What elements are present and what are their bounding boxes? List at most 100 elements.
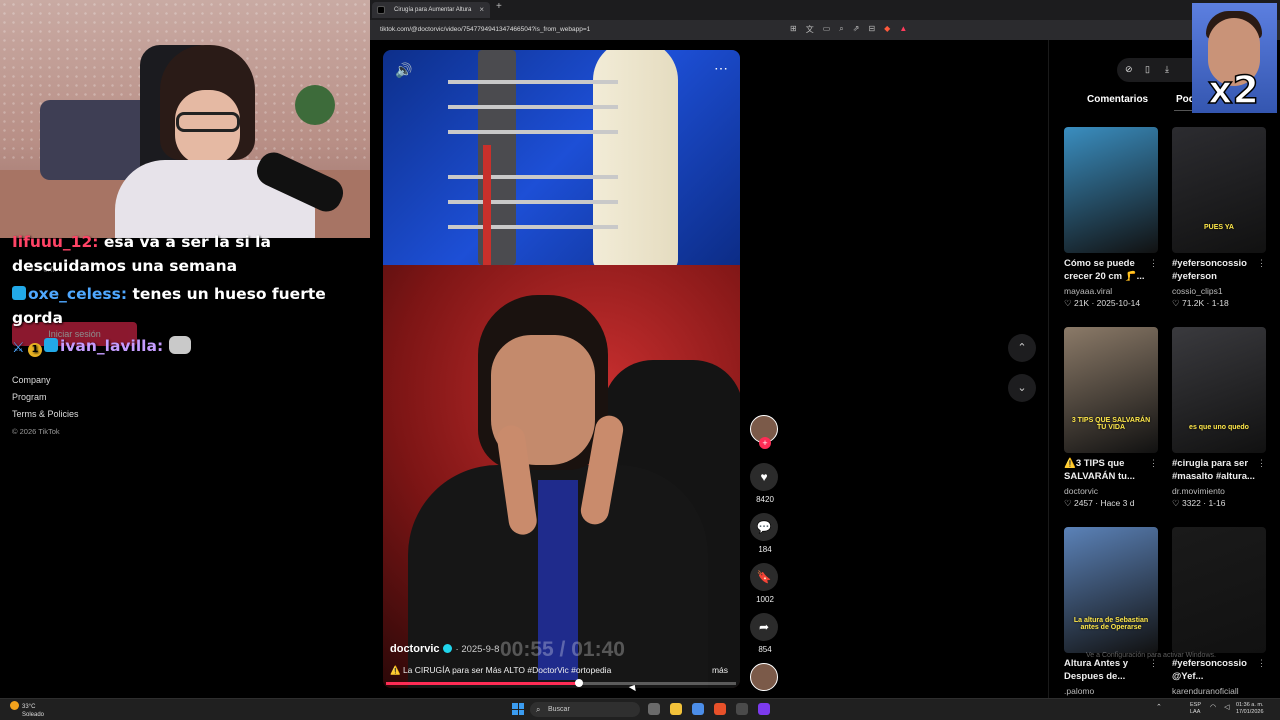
wifi-icon[interactable]: ◠ bbox=[1210, 703, 1216, 711]
browser-tab-bar: Cirugía para Aumentar Altura × + bbox=[370, 0, 1280, 20]
weather-desc: Soleado bbox=[22, 712, 45, 718]
store-icon[interactable] bbox=[692, 703, 704, 715]
card-menu-icon[interactable]: ⋮ bbox=[1257, 658, 1266, 669]
video-thumbnail[interactable]: 3 TIPS QUE SALVARÁN TU VIDA bbox=[1064, 327, 1158, 453]
download-icon[interactable]: ⤓ bbox=[1165, 64, 1169, 75]
share-icon[interactable]: ⇗ bbox=[853, 24, 860, 35]
card-title[interactable]: Altura Antes y Despues de... bbox=[1064, 657, 1154, 685]
action-rail: + ♥ 8420 💬 184 🔖 1002 ➦ 854 bbox=[750, 415, 780, 691]
tray-chevron-icon[interactable]: ⌃ bbox=[1156, 703, 1162, 711]
related-video-card[interactable]: PUES YA #yefersoncossio #yeferson cossio… bbox=[1172, 127, 1268, 309]
card-title[interactable]: #yefersoncossio @Yef... bbox=[1172, 657, 1262, 685]
sound-icon[interactable]: 🔊 bbox=[395, 62, 412, 79]
related-video-card[interactable]: 3 TIPS QUE SALVARÁN TU VIDA ⚠️3 TIPS que… bbox=[1064, 327, 1160, 509]
card-author[interactable]: .palomo bbox=[1064, 686, 1160, 696]
fixator-pin bbox=[448, 130, 618, 134]
weather-temp: 33°C bbox=[22, 704, 36, 710]
card-author[interactable]: doctorvic bbox=[1064, 486, 1160, 496]
footer-link-program[interactable]: Program bbox=[12, 389, 79, 406]
footer-link-company[interactable]: Company bbox=[12, 372, 79, 389]
bookmark-icon[interactable]: ⊞ bbox=[790, 24, 797, 35]
related-video-card[interactable]: Cómo se puede crecer 20 cm 🦵... mayaaa.v… bbox=[1064, 127, 1160, 309]
task-view-icon[interactable] bbox=[648, 703, 660, 715]
chevron-down-icon[interactable]: ⌄ bbox=[1008, 374, 1036, 402]
video-author[interactable]: doctorvic · 2025-9-8 bbox=[390, 643, 499, 655]
language-indicator[interactable]: ESP LAA bbox=[1190, 702, 1201, 716]
video-thumbnail[interactable] bbox=[1172, 527, 1266, 653]
more-options-icon[interactable]: ⋯ bbox=[714, 60, 728, 77]
cast-icon[interactable]: ▭ bbox=[823, 24, 831, 35]
like-heart-icon[interactable]: ♥ bbox=[750, 463, 778, 491]
save-count: 1002 bbox=[756, 595, 774, 604]
pinned-apps bbox=[648, 703, 770, 715]
clock-date: 17/01/2026 bbox=[1236, 709, 1264, 715]
chevron-up-icon[interactable]: ⌃ bbox=[1008, 334, 1036, 362]
creator-avatar[interactable]: + bbox=[750, 415, 778, 449]
video-thumbnail[interactable]: PUES YA bbox=[1172, 127, 1266, 253]
video-player[interactable]: 🔊 ⋯ 00:55 / 01:40 doctorvic · 2025-9-8 ⚠️… bbox=[383, 50, 740, 688]
related-video-card[interactable]: es que uno quedo #cirugia para ser #masa… bbox=[1172, 327, 1268, 509]
reader-icon[interactable]: ⊟ bbox=[868, 24, 875, 35]
card-author[interactable]: dr.movimiento bbox=[1172, 486, 1268, 496]
weather-widget[interactable]: 33°C Soleado bbox=[10, 701, 44, 719]
twitch-icon[interactable] bbox=[758, 703, 770, 715]
fixator-pin bbox=[448, 200, 618, 204]
clock-time: 01:36 a. m. bbox=[1236, 702, 1264, 708]
share-arrow-icon[interactable]: ➦ bbox=[750, 613, 778, 641]
tab-comments[interactable]: Comentarios bbox=[1087, 94, 1148, 105]
verified-icon bbox=[442, 644, 452, 653]
chat-username: oxe_celess bbox=[28, 285, 121, 304]
thumbnail-text: es que uno quedo bbox=[1189, 424, 1249, 431]
thumbnail-text: 3 TIPS QUE SALVARÁN TU VIDA bbox=[1071, 417, 1151, 431]
video-progress-bar[interactable] bbox=[386, 679, 736, 687]
progress-fill bbox=[386, 682, 579, 685]
app-icon[interactable] bbox=[736, 703, 748, 715]
new-tab-button[interactable]: + bbox=[496, 1, 502, 12]
tab-close-icon[interactable]: × bbox=[479, 2, 484, 18]
file-explorer-icon[interactable] bbox=[670, 703, 682, 715]
phone-icon[interactable]: ▯ bbox=[1145, 64, 1150, 75]
author-name[interactable]: doctorvic bbox=[390, 643, 440, 655]
card-title[interactable]: #cirugia para ser #masalto #altura... bbox=[1172, 457, 1262, 485]
description-more-link[interactable]: más bbox=[712, 665, 728, 675]
clock[interactable]: 01:36 a. m. 17/01/2026 bbox=[1236, 702, 1264, 716]
follow-plus-icon[interactable]: + bbox=[759, 437, 771, 449]
chat-separator: : bbox=[120, 285, 133, 304]
card-menu-icon[interactable]: ⋮ bbox=[1257, 458, 1266, 469]
related-video-card[interactable]: #yefersoncossio @Yef... karenduranoficia… bbox=[1172, 527, 1268, 696]
sound-avatar[interactable] bbox=[750, 663, 778, 691]
card-menu-icon[interactable]: ⋮ bbox=[1149, 458, 1158, 469]
translate-icon[interactable]: 文 bbox=[806, 24, 814, 35]
video-thumbnail[interactable] bbox=[1064, 127, 1158, 253]
bookmark-icon[interactable]: 🔖 bbox=[750, 563, 778, 591]
coin-badge-icon: 1 bbox=[28, 343, 42, 358]
card-author[interactable]: cossio_clips1 bbox=[1172, 286, 1268, 296]
secondary-webcam: x2 bbox=[1192, 3, 1277, 113]
stream-chat: Iifuuu_12: esa va a ser la si la descuid… bbox=[12, 230, 362, 362]
progress-knob[interactable] bbox=[574, 679, 583, 687]
brave-shield-icon[interactable]: ◆ bbox=[884, 24, 890, 35]
comment-icon[interactable]: 💬 bbox=[750, 513, 778, 541]
video-thumbnail[interactable]: La altura de Sebastian antes de Operarse bbox=[1064, 527, 1158, 653]
footer-link-terms[interactable]: Terms & Policies bbox=[12, 406, 79, 423]
card-menu-icon[interactable]: ⋮ bbox=[1149, 258, 1158, 269]
zoom-icon[interactable]: ⌕ bbox=[839, 24, 843, 35]
card-menu-icon[interactable]: ⋮ bbox=[1257, 258, 1266, 269]
taskbar-search[interactable]: ⌕ Buscar bbox=[530, 702, 640, 717]
video-thumbnail[interactable]: es que uno quedo bbox=[1172, 327, 1266, 453]
volume-icon[interactable]: ◁ bbox=[1224, 703, 1229, 711]
compass-icon[interactable]: ⊘ bbox=[1125, 64, 1133, 75]
card-author[interactable]: mayaaa.viral bbox=[1064, 286, 1160, 296]
card-title[interactable]: Cómo se puede crecer 20 cm 🦵... bbox=[1064, 257, 1154, 285]
card-title[interactable]: #yefersoncossio #yeferson bbox=[1172, 257, 1262, 285]
card-stats: ♡ 71.2K · 1-18 bbox=[1172, 298, 1229, 308]
windows-start-icon[interactable] bbox=[512, 703, 524, 715]
multiplier-label: x2 bbox=[1207, 67, 1259, 113]
brave-rewards-icon[interactable]: ▲ bbox=[899, 24, 907, 35]
related-video-card[interactable]: La altura de Sebastian antes de Operarse… bbox=[1064, 527, 1160, 696]
browser-tab[interactable]: Cirugía para Aumentar Altura × bbox=[372, 2, 490, 18]
card-author[interactable]: karenduranoficiall bbox=[1172, 686, 1268, 696]
card-menu-icon[interactable]: ⋮ bbox=[1149, 658, 1158, 669]
brave-browser-icon[interactable] bbox=[714, 703, 726, 715]
card-title[interactable]: ⚠️3 TIPS que SALVARÁN tu... bbox=[1064, 457, 1154, 485]
